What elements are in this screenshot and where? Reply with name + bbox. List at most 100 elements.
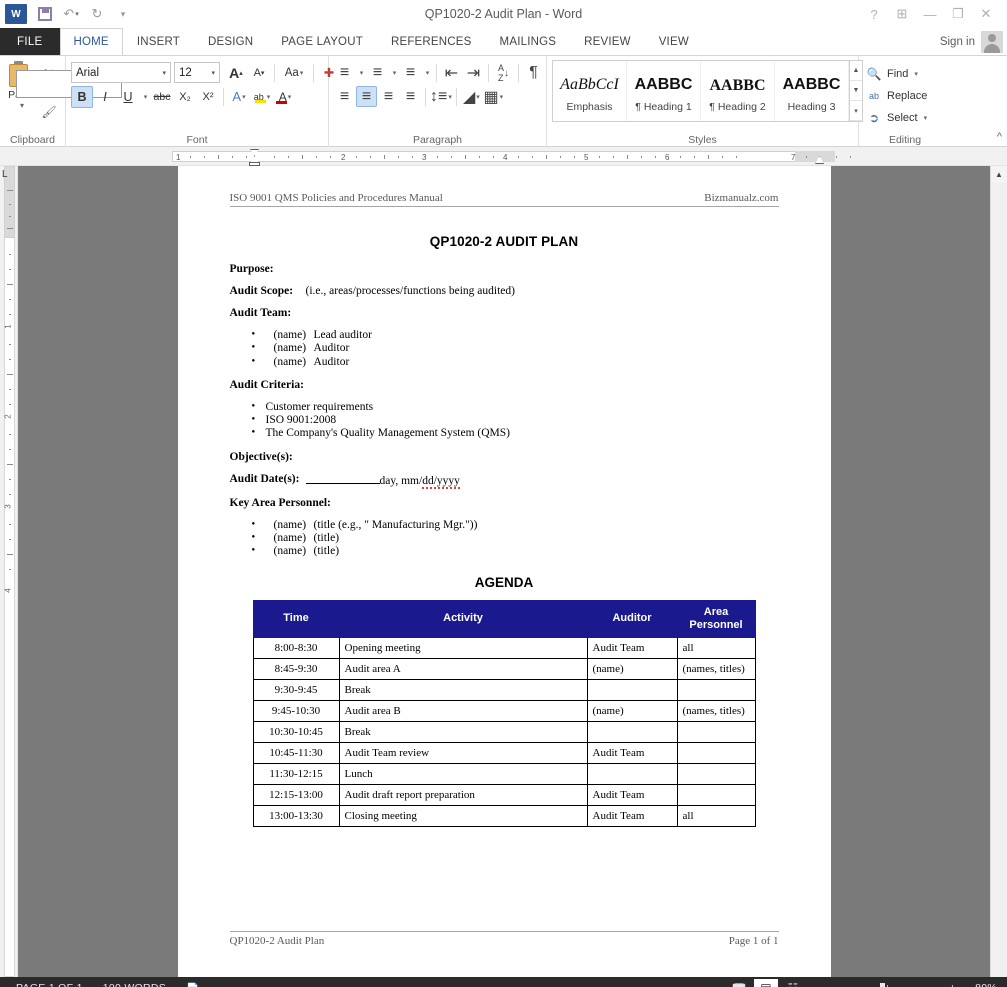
font-name-combo[interactable]: Arial ▾ <box>71 62 171 83</box>
zoom-thumb[interactable] <box>880 983 885 987</box>
style-name: ¶ Heading 1 <box>635 101 691 113</box>
align-left-icon[interactable]: ≡ <box>334 86 355 107</box>
close-icon[interactable]: ✕ <box>973 4 999 24</box>
find-button[interactable]: 🔍 Find ▾ <box>864 63 918 85</box>
tab-mailings[interactable]: MAILINGS <box>486 28 571 55</box>
help-icon[interactable]: ? <box>861 4 887 24</box>
table-row[interactable]: 10:30-10:45 Break <box>253 721 755 742</box>
line-spacing-icon[interactable]: ↕≡▾ <box>430 86 452 107</box>
sign-in-link[interactable]: Sign in <box>940 36 975 48</box>
vertical-ruler[interactable]: L 1 2 3 4 <box>0 166 18 977</box>
borders-icon[interactable]: ▦▾ <box>483 86 504 107</box>
tab-view[interactable]: VIEW <box>645 28 703 55</box>
scroll-track[interactable] <box>991 183 1007 977</box>
font-color-icon[interactable]: A▾ <box>274 86 296 108</box>
decrease-indent-icon[interactable]: ⇤ <box>441 63 462 84</box>
table-row[interactable]: 11:30-12:15 Lunch <box>253 763 755 784</box>
save-icon[interactable] <box>33 3 57 25</box>
tab-stop-selector[interactable]: L <box>2 169 13 180</box>
scroll-up-icon[interactable]: ▲ <box>991 166 1007 183</box>
tab-page-layout[interactable]: PAGE LAYOUT <box>267 28 377 55</box>
undo-icon[interactable]: ↶▾ <box>59 3 83 25</box>
shrink-font-icon[interactable]: A▾ <box>248 62 270 84</box>
read-mode-icon[interactable]: 📖 <box>727 979 751 987</box>
italic-button[interactable]: I <box>94 86 116 108</box>
avatar[interactable] <box>981 31 1003 53</box>
table-row[interactable]: 8:00-8:30 Opening meeting Audit Team all <box>253 637 755 658</box>
ribbon-group-font: Arial ▾ 12 ▾ A▴ A▾ Aa▾ ✚ B I U ▾ abc <box>66 56 329 148</box>
increase-indent-icon[interactable]: ⇥ <box>463 63 484 84</box>
grow-font-icon[interactable]: A▴ <box>225 62 247 84</box>
zoom-in-button[interactable]: + <box>947 981 958 987</box>
tab-file[interactable]: FILE <box>0 28 60 55</box>
format-painter-icon[interactable]: 🖌 <box>38 102 60 121</box>
table-row[interactable]: 9:45-10:30 Audit area B (name) (names, t… <box>253 700 755 721</box>
redo-icon[interactable]: ↻ <box>85 3 109 25</box>
table-row[interactable]: 8:45-9:30 Audit area A (name) (names, ti… <box>253 658 755 679</box>
table-row[interactable]: 10:45-11:30 Audit Team review Audit Team <box>253 742 755 763</box>
tab-design[interactable]: DESIGN <box>194 28 267 55</box>
tab-review[interactable]: REVIEW <box>570 28 645 55</box>
strikethrough-button[interactable]: abc <box>151 86 173 108</box>
show-formatting-marks-icon[interactable]: ¶ <box>523 63 544 84</box>
ruler-tick: 1 <box>4 324 13 328</box>
table-row[interactable]: 9:30-9:45 Break <box>253 679 755 700</box>
shading-icon[interactable]: ◢▾ <box>461 86 482 107</box>
replace-button[interactable]: ab Replace <box>864 85 927 107</box>
vertical-scrollbar[interactable]: ▲ <box>990 166 1007 977</box>
style-heading-3[interactable]: AABBC Heading 3 <box>775 61 849 121</box>
justify-icon[interactable]: ≡ <box>400 86 421 107</box>
style-emphasis[interactable]: AaBbCcI Emphasis <box>553 61 627 121</box>
bullets-dropdown-icon[interactable]: ▾ <box>356 63 366 84</box>
ribbon-display-options-icon[interactable]: ⊞ <box>889 4 915 24</box>
list-item: (name) Auditor <box>252 356 779 369</box>
multilevel-dropdown-icon[interactable]: ▾ <box>422 63 432 84</box>
align-center-icon[interactable]: ≡ <box>356 86 377 107</box>
horizontal-ruler[interactable]: 1 2 3 4 5 6 7 <box>0 147 1007 166</box>
text-effects-icon[interactable]: A▾ <box>228 86 250 108</box>
ribbon-group-styles: AaBbCcI Emphasis AABBC ¶ Heading 1 AABBC… <box>547 56 859 148</box>
table-row[interactable]: 13:00-13:30 Closing meeting Audit Team a… <box>253 805 755 826</box>
collapse-ribbon-icon[interactable]: ^ <box>997 131 1002 143</box>
page-indicator[interactable]: PAGE 1 OF 1 <box>6 982 93 987</box>
tab-references[interactable]: REFERENCES <box>377 28 486 55</box>
numbering-icon[interactable]: ≡ <box>367 63 388 84</box>
cell-auditor: Audit Team <box>587 805 677 826</box>
font-size-combo[interactable]: 12 ▾ <box>174 62 220 83</box>
editing-group-label: Editing <box>864 132 946 148</box>
customize-qat-icon[interactable]: ▾ <box>111 3 135 25</box>
print-layout-icon[interactable]: ▤ <box>754 979 778 987</box>
zoom-level[interactable]: 80% <box>969 982 1001 987</box>
text-highlight-icon[interactable]: ab▾ <box>251 86 273 108</box>
subscript-button[interactable]: X₂ <box>174 86 196 108</box>
select-button[interactable]: ➲ Select ▾ <box>864 107 927 129</box>
underline-dropdown-icon[interactable]: ▾ <box>140 86 150 108</box>
align-right-icon[interactable]: ≡ <box>378 86 399 107</box>
audit-criteria-list: Customer requirements ISO 9001:2008 The … <box>230 401 779 441</box>
web-layout-icon[interactable]: ☷ <box>781 979 805 987</box>
superscript-button[interactable]: X² <box>197 86 219 108</box>
tab-insert[interactable]: INSERT <box>123 28 194 55</box>
bold-button[interactable]: B <box>71 86 93 108</box>
tab-home[interactable]: HOME <box>60 28 123 55</box>
restore-icon[interactable]: ❐ <box>945 4 971 24</box>
underline-button[interactable]: U <box>117 86 139 108</box>
table-row[interactable]: 12:15-13:00 Audit draft report preparati… <box>253 784 755 805</box>
agenda-table[interactable]: Time Activity Auditor Area Personnel 8:0… <box>253 600 756 827</box>
proofing-errors-icon[interactable]: 📄 <box>176 982 209 987</box>
numbering-dropdown-icon[interactable]: ▾ <box>389 63 399 84</box>
style-heading-1[interactable]: AABBC ¶ Heading 1 <box>627 61 701 121</box>
style-heading-2[interactable]: AABBC ¶ Heading 2 <box>701 61 775 121</box>
sort-icon[interactable]: AZ↓ <box>493 63 514 84</box>
document-canvas[interactable]: ISO 9001 QMS Policies and Procedures Man… <box>18 166 990 977</box>
paste-button[interactable]: Paste ▾ <box>5 59 38 110</box>
multilevel-list-icon[interactable]: ≡ <box>400 63 421 84</box>
audit-dates-row: Audit Date(s): day, mm/dd/yyyy <box>230 473 779 487</box>
zoom-slider[interactable]: − + <box>808 981 966 987</box>
word-count[interactable]: 100 WORDS <box>93 982 176 987</box>
minimize-icon[interactable]: — <box>917 4 943 24</box>
zoom-out-button[interactable]: − <box>816 981 827 987</box>
document-page[interactable]: ISO 9001 QMS Policies and Procedures Man… <box>178 166 831 977</box>
change-case-icon[interactable]: Aa▾ <box>279 62 309 84</box>
bullets-icon[interactable]: ≡ <box>334 63 355 84</box>
